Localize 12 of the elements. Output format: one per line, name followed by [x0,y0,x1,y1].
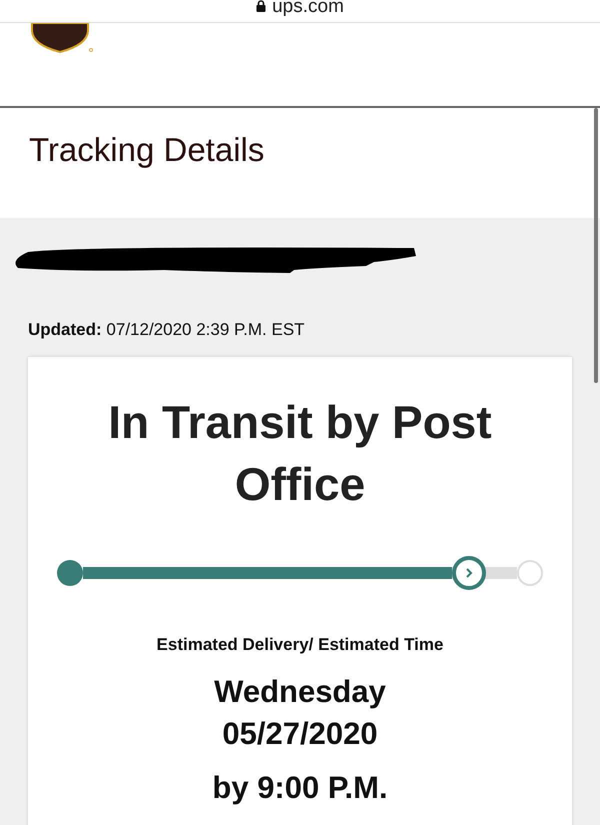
estimate-label: Estimated Delivery/ Estimated Time [156,635,444,655]
url-text[interactable]: ups.com [272,0,344,14]
page-title: Tracking Details [29,131,264,169]
start-dot [57,560,83,586]
delivery-day: Wednesday [28,671,572,713]
updated-timestamp: Updated: 07/12/2020 2:39 P.M. EST [28,320,306,340]
status-heading: In Transit by Post Office [107,395,493,512]
delivery-time: by 9:00 P.M. [211,769,389,807]
shield-logo[interactable] [29,23,93,53]
end-dot [517,560,543,586]
delivery-date: 05/27/2020 [221,715,379,753]
scrollbar[interactable] [594,108,598,383]
